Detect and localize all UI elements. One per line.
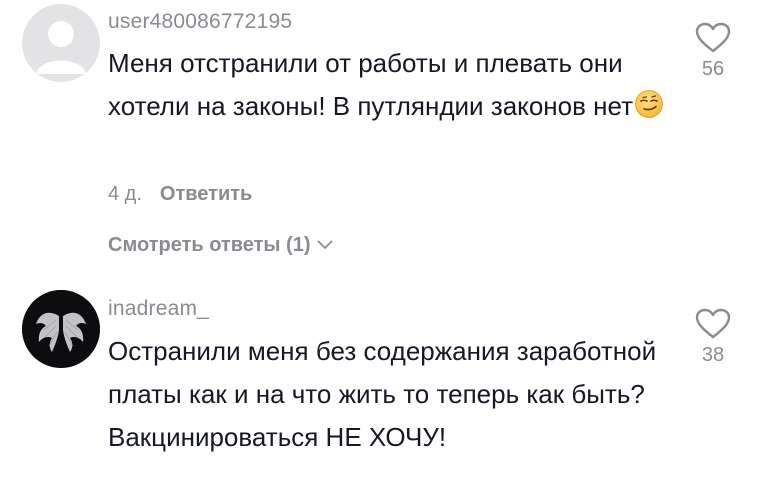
heart-icon: [695, 22, 731, 53]
like-count: 38: [701, 344, 725, 366]
like-button[interactable]: 56: [683, 22, 743, 81]
comment-text-content: Меня отстранили от работы и плевать они …: [108, 48, 634, 121]
avatar[interactable]: [22, 4, 100, 82]
smirking-face-emoji-icon: [634, 89, 664, 119]
view-replies-button[interactable]: Смотреть ответы (1): [108, 233, 333, 257]
like-button[interactable]: 38: [683, 308, 743, 367]
comment-meta: 4 д. Ответить: [108, 183, 252, 206]
like-count: 56: [701, 58, 725, 80]
heart-icon: [695, 308, 731, 339]
comment-username[interactable]: user480086772195: [108, 10, 292, 34]
comment-username[interactable]: inadream_: [108, 297, 209, 321]
comment-text: Меня отстранили от работы и плевать они …: [108, 42, 668, 128]
reply-button[interactable]: Ответить: [160, 183, 252, 205]
avatar[interactable]: [22, 290, 100, 368]
angel-wings-avatar-icon: [22, 290, 100, 368]
chevron-down-icon: [317, 233, 333, 256]
comment-age: 4 д.: [108, 183, 142, 205]
comment-text: Остранили меня без содержания заработной…: [108, 336, 657, 452]
default-avatar-icon: [22, 4, 100, 82]
view-replies-label: Смотреть ответы (1): [108, 234, 311, 256]
